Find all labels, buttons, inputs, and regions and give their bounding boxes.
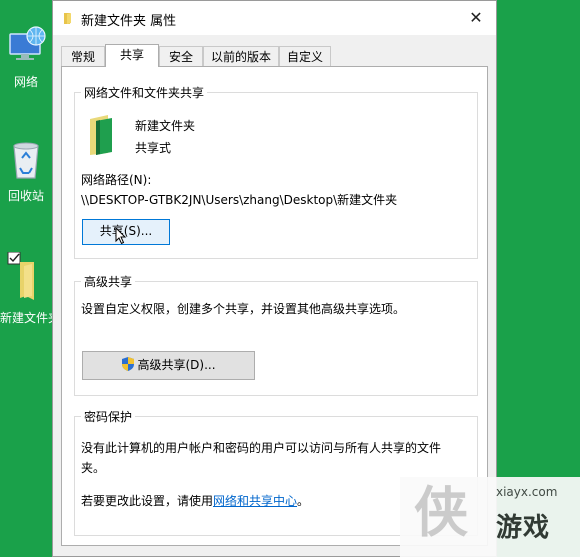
folder-icon (64, 13, 71, 24)
tab-security[interactable]: 安全 (159, 46, 203, 66)
close-icon: ✕ (469, 8, 483, 27)
password-description-line1: 没有此计算机的用户帐户和密码的用户可以访问与所有人共享的文件 (81, 441, 442, 455)
watermark-logo: 侠 (414, 481, 468, 544)
advanced-sharing-description: 设置自定义权限，创建多个共享，并设置其他高级共享选项。 (81, 302, 406, 316)
change-setting-suffix: 。 (297, 494, 310, 508)
recycle-bin-icon (13, 142, 39, 179)
network-sharing-group: 网络文件和文件夹共享 新建文件夹 共享式 网络路径(N): \\DESKTOP-… (74, 84, 478, 259)
tab-sharing[interactable]: 共享 (105, 44, 159, 67)
shared-folder-icon (90, 115, 112, 155)
advanced-sharing-group: 高级共享 设置自定义权限，创建多个共享，并设置其他高级共享选项。 高级共享(D)… (74, 273, 478, 396)
desktop-icon-folder[interactable]: 新建文件夹 (0, 251, 52, 326)
network-icon (9, 26, 46, 60)
group-title: 网络文件和文件夹共享 (81, 84, 208, 101)
network-path-label: 网络路径(N): (81, 173, 152, 187)
network-path-value: \\DESKTOP-GTBK2JN\Users\zhang\Desktop\新建… (81, 193, 398, 207)
tab-customize[interactable]: 自定义 (279, 46, 331, 66)
desktop-icon-label: 网络 (13, 75, 38, 89)
close-button[interactable]: ✕ (464, 7, 488, 29)
desktop-icon-label: 新建文件夹 (0, 311, 52, 325)
properties-dialog: 新建文件夹 属性 ✕ 常规 共享 安全 以前的版本 自定义 网络文件和文件夹共享… (52, 0, 497, 557)
sharing-panel: 网络文件和文件夹共享 新建文件夹 共享式 网络路径(N): \\DESKTOP-… (61, 66, 488, 546)
group-title: 高级共享 (81, 273, 136, 290)
network-sharing-center-link[interactable]: 网络和共享中心 (213, 494, 297, 508)
title-bar[interactable]: 新建文件夹 属性 ✕ (53, 1, 496, 35)
folder-icon (7, 251, 34, 300)
desktop-icon-recycle-bin[interactable]: 回收站 (0, 140, 52, 204)
watermark-url: xiayx.com (496, 485, 558, 499)
change-setting-prefix: 若要更改此设置，请使用 (81, 494, 214, 508)
password-description-line2: 夹。 (81, 461, 106, 475)
group-title: 密码保护 (81, 408, 136, 425)
desktop-icon-label: 回收站 (7, 189, 44, 203)
mouse-cursor-icon (115, 227, 127, 245)
uac-shield-icon (122, 357, 135, 371)
folder-name: 新建文件夹 (135, 119, 196, 133)
change-setting-text: 若要更改此设置，请使用网络和共享中心。 (81, 492, 309, 509)
dialog-title: 新建文件夹 属性 (81, 14, 177, 29)
tab-general[interactable]: 常规 (61, 46, 105, 66)
share-status: 共享式 (135, 141, 172, 155)
watermark: 侠 xiayx.com 游戏 (400, 477, 580, 557)
desktop-icon-network[interactable]: 网络 (0, 26, 52, 90)
tab-previous-versions[interactable]: 以前的版本 (203, 46, 279, 66)
watermark-name: 游戏 (496, 513, 551, 543)
advanced-sharing-button-label: 高级共享(D)... (137, 358, 216, 372)
advanced-sharing-button[interactable]: 高级共享(D)... (82, 351, 255, 380)
